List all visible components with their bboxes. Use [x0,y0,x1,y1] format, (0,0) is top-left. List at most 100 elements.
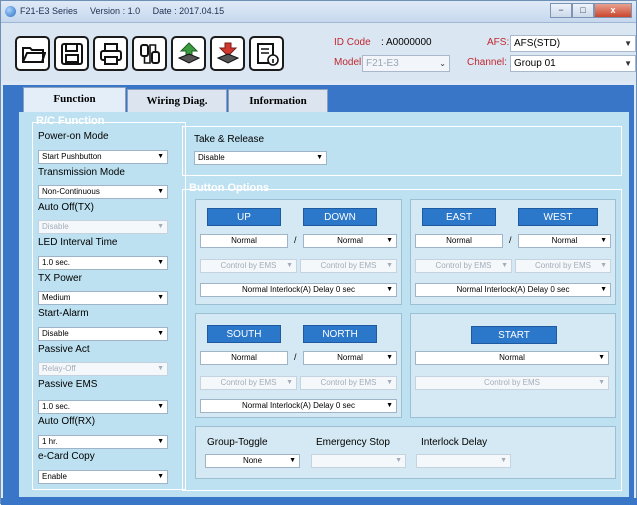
select-value: 1.0 sec. [42,402,71,411]
start-mode-select[interactable]: Normal ▼ [415,351,609,365]
model-value: F21-E3 [366,58,399,69]
eastwest-interlock-select[interactable]: Normal Interlock(A) Delay 0 sec ▼ [415,283,611,297]
floppy-disk-icon [60,42,83,65]
function-panel: R/C Function Power-on Mode Start Pushbut… [19,112,629,497]
select-value: Normal Interlock(A) Delay 0 sec [242,285,355,294]
west-mode-select[interactable]: Normal ▼ [518,234,611,248]
id-code-label: ID Code [334,37,371,48]
slash-separator: / [509,235,512,245]
tab-information[interactable]: Information [228,89,328,112]
field-label: LED Interval Time [38,237,118,248]
tx-power-select[interactable]: Medium ▼ [38,291,168,305]
chevron-down-icon: ▼ [501,262,508,269]
transmission-mode-select[interactable]: Non-Continuous ▼ [38,185,168,199]
southnorth-interlock-select[interactable]: Normal Interlock(A) Delay 0 sec ▼ [200,399,397,413]
group-toggle-select[interactable]: None ▼ [205,454,300,468]
east-ctrl-select[interactable]: Control by EMS ▼ [415,259,512,273]
down-ctrl-select[interactable]: Control by EMS ▼ [300,259,397,273]
emergency-stop-select[interactable]: ▼ [311,454,406,468]
down-button[interactable]: DOWN [303,208,377,226]
chevron-down-icon: ▼ [395,457,402,464]
passive-act-select[interactable]: Relay-Off ▼ [38,362,168,376]
interlock-delay-select[interactable]: ▼ [416,454,511,468]
start-ctrl-select[interactable]: Control by EMS ▼ [415,376,609,390]
down-mode-select[interactable]: Normal ▼ [303,234,397,248]
chevron-down-icon: ▼ [500,457,507,464]
up-ctrl-select[interactable]: Control by EMS ▼ [200,259,297,273]
chevron-down-icon: ▼ [157,403,164,410]
select-value: Control by EMS [435,261,492,270]
title-bar: F21-E3 Series Version : 1.0 Date : 2017.… [1,1,636,23]
chevron-down-icon: ▼ [386,402,393,409]
afs-select[interactable]: AFS(STD) ▼ [510,35,636,52]
select-value: Disable [42,329,69,338]
save-button[interactable] [54,36,89,71]
chevron-down-icon: ▼ [386,379,393,386]
take-release-select[interactable]: Disable ▼ [194,151,327,165]
chevron-down-icon: ▼ [157,438,164,445]
chevron-down-icon: ▼ [286,262,293,269]
chevron-down-icon: ⌄ [439,59,446,68]
chevron-down-icon: ▼ [600,237,607,244]
auto-off-rx-select[interactable]: 1 hr. ▼ [38,435,168,449]
field-label: e-Card Copy [38,451,95,462]
folder-icon [21,46,46,63]
take-release-label: Take & Release [194,134,265,145]
upload-button[interactable] [171,36,206,71]
tab-function[interactable]: Function [23,87,126,113]
north-ctrl-select[interactable]: Control by EMS ▼ [300,376,397,390]
model-select[interactable]: F21-E3 ⌄ [362,55,450,72]
download-button[interactable] [210,36,245,71]
interlock-delay-label: Interlock Delay [421,437,488,448]
field-label: Auto Off(RX) [38,416,96,427]
up-mode-select[interactable]: Normal [200,234,288,248]
date-text: Date : 2017.04.15 [152,6,225,16]
select-value: Normal [231,236,257,245]
passive-ems-select[interactable]: 1.0 sec. ▼ [38,400,168,414]
app-icon [5,6,16,17]
open-folder-button[interactable] [15,36,50,71]
chevron-down-icon: ▼ [386,262,393,269]
power-on-mode-select[interactable]: Start Pushbutton ▼ [38,150,168,164]
field-label: Passive EMS [38,379,98,390]
info-button[interactable] [249,36,284,71]
select-value: Control by EMS [220,261,277,270]
updown-interlock-select[interactable]: Normal Interlock(A) Delay 0 sec ▼ [200,283,397,297]
app-window: F21-E3 Series Version : 1.0 Date : 2017.… [0,0,637,505]
maximize-button[interactable]: □ [572,3,594,18]
minimize-button[interactable]: − [550,3,572,18]
eastwest-box: EAST WEST Normal / Normal ▼ Control by EM… [410,199,616,305]
south-ctrl-select[interactable]: Control by EMS ▼ [200,376,297,390]
connect-button[interactable] [132,36,167,71]
tab-wiring-diag[interactable]: Wiring Diag. [127,89,227,112]
east-button[interactable]: EAST [422,208,496,226]
e-card-copy-select[interactable]: Enable ▼ [38,470,168,484]
up-button[interactable]: UP [207,208,281,226]
button-options-title: Button Options [189,182,270,194]
usb-cable-icon [139,43,160,64]
afs-value: AFS(STD) [514,38,561,49]
window-title: F21-E3 Series Version : 1.0 Date : 2017.… [20,6,234,16]
north-mode-select[interactable]: Normal ▼ [303,351,397,365]
channel-value: Group 01 [514,58,556,69]
print-button[interactable] [93,36,128,71]
auto-off-tx-select[interactable]: Disable ▼ [38,220,168,234]
south-button[interactable]: SOUTH [207,325,281,343]
printer-icon [99,42,122,65]
west-button[interactable]: WEST [518,208,598,226]
north-button[interactable]: NORTH [303,325,377,343]
extra-options-box: Group-Toggle None ▼ Emergency Stop ▼ Inte… [195,426,616,479]
select-value: Control by EMS [220,378,277,387]
east-mode-select[interactable]: Normal [415,234,503,248]
select-value: Control by EMS [483,378,541,387]
channel-select[interactable]: Group 01 ▼ [510,55,636,72]
led-interval-select[interactable]: 1.0 sec. ▼ [38,256,168,270]
south-mode-select[interactable]: Normal [200,351,288,365]
start-alarm-select[interactable]: Disable ▼ [38,327,168,341]
field-label: TX Power [38,273,82,284]
group-toggle-label: Group-Toggle [207,437,268,448]
start-button[interactable]: START [471,326,557,344]
west-ctrl-select[interactable]: Control by EMS ▼ [515,259,611,273]
close-button[interactable]: x [594,3,632,18]
select-value: 1.0 sec. [42,258,71,267]
